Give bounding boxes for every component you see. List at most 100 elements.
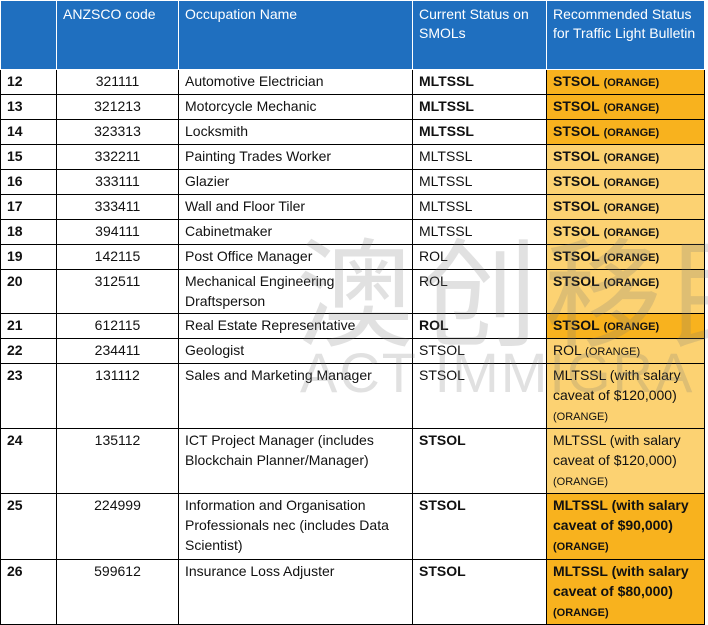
recommended-status-text: MLTSSL (with salary caveat of $80,000) (553, 563, 689, 599)
recommended-status-cell: MLTSSL (with salary caveat of $120,000) (… (546, 428, 705, 494)
occupation-name-cell: Insurance Loss Adjuster (178, 559, 413, 625)
row-number-cell: 15 (0, 144, 57, 170)
current-status-cell: MLTSSL (412, 169, 547, 195)
recommended-status-cell: STSOL (ORANGE) (546, 313, 705, 339)
occupation-name-cell: Geologist (178, 338, 413, 364)
table-row: 12 321111 Automotive Electrician MLTSSL STSO… (0, 69, 705, 95)
table-row: 24 135112 ICT Project Manager (includes Bl… (0, 428, 705, 494)
recommended-status-text: ROL (553, 342, 582, 358)
occupation-name-cell: Real Estate Representative (178, 313, 413, 339)
current-status-cell: MLTSSL (412, 219, 547, 245)
anzsco-code-cell: 135112 (56, 428, 179, 494)
anzsco-code-cell: 333411 (56, 194, 179, 220)
occupation-name-cell: Wall and Floor Tiler (178, 194, 413, 220)
colour-tag-text: (ORANGE) (603, 277, 660, 289)
colour-tag-text: (ORANGE) (603, 152, 660, 164)
table-row: 20 312511 Mechanical Engineering Draftsper… (0, 269, 705, 314)
row-number-cell: 24 (0, 428, 57, 494)
recommended-status-text: STSOL (553, 73, 600, 89)
recommended-status-cell: MLTSSL (with salary caveat of $120,000) (… (546, 363, 705, 429)
recommended-status-text: STSOL (553, 173, 600, 189)
colour-tag-text: (ORANGE) (553, 476, 608, 488)
occupation-name-cell: Motorcycle Mechanic (178, 94, 413, 120)
current-status-cell: MLTSSL (412, 194, 547, 220)
anzsco-code-cell: 142115 (56, 244, 179, 270)
colour-tag-text: (ORANGE) (603, 252, 660, 264)
colour-tag-text: (ORANGE) (603, 321, 660, 333)
recommended-status-text: STSOL (553, 273, 600, 289)
recommended-status-text: STSOL (553, 198, 600, 214)
recommended-status-cell: STSOL (ORANGE) (546, 169, 705, 195)
current-status-cell: STSOL (412, 338, 547, 364)
recommended-status-cell: STSOL (ORANGE) (546, 194, 705, 220)
table-row: 23 131112 Sales and Marketing Manager STSOL… (0, 363, 705, 429)
occupation-name-cell: Locksmith (178, 119, 413, 145)
colour-tag-text: (ORANGE) (603, 77, 660, 89)
row-number-cell: 13 (0, 94, 57, 120)
row-number-cell: 12 (0, 69, 57, 95)
recommended-status-text: STSOL (553, 248, 600, 264)
recommended-status-cell: STSOL (ORANGE) (546, 69, 705, 95)
current-status-cell: MLTSSL (412, 119, 547, 145)
current-status-cell: STSOL (412, 428, 547, 494)
recommended-status-text: STSOL (553, 317, 600, 333)
header-current-status: Current Status on SMOLs (412, 0, 547, 70)
anzsco-code-cell: 323313 (56, 119, 179, 145)
colour-tag-text: (ORANGE) (553, 541, 609, 553)
recommended-status-text: STSOL (553, 223, 600, 239)
row-number-cell: 21 (0, 313, 57, 339)
anzsco-code-cell: 321111 (56, 69, 179, 95)
header-row-number (0, 0, 57, 70)
header-occupation-name: Occupation Name (178, 0, 413, 70)
table-row: 19 142115 Post Office Manager ROL STSOL (ORA… (0, 244, 705, 270)
colour-tag-text: (ORANGE) (603, 102, 660, 114)
current-status-cell: ROL (412, 269, 547, 314)
table-row: 13 321213 Motorcycle Mechanic MLTSSL STSOL (… (0, 94, 705, 120)
occupation-name-cell: ICT Project Manager (includes Blockchain… (178, 428, 413, 494)
row-number-cell: 19 (0, 244, 57, 270)
colour-tag-text: (ORANGE) (603, 127, 660, 139)
anzsco-code-cell: 224999 (56, 493, 179, 560)
row-number-cell: 25 (0, 493, 57, 560)
current-status-cell: STSOL (412, 559, 547, 625)
table-header: ANZSCO code Occupation Name Current Stat… (0, 0, 705, 70)
table-row: 14 323313 Locksmith MLTSSL STSOL (ORANGE) (0, 119, 705, 145)
row-number-cell: 18 (0, 219, 57, 245)
header-anzsco-code: ANZSCO code (56, 0, 179, 70)
anzsco-code-cell: 321213 (56, 94, 179, 120)
anzsco-code-cell: 599612 (56, 559, 179, 625)
table-row: 26 599612 Insurance Loss Adjuster STSOL MLTS… (0, 559, 705, 625)
occupation-name-cell: Information and Organisation Professiona… (178, 493, 413, 560)
row-number-cell: 22 (0, 338, 57, 364)
recommended-status-text: STSOL (553, 123, 600, 139)
recommended-status-cell: STSOL (ORANGE) (546, 269, 705, 314)
anzsco-code-cell: 332211 (56, 144, 179, 170)
table-row: 21 612115 Real Estate Representative ROL STS… (0, 313, 705, 339)
recommended-status-cell: MLTSSL (with salary caveat of $80,000) (O… (546, 559, 705, 625)
recommended-status-cell: STSOL (ORANGE) (546, 244, 705, 270)
current-status-cell: STSOL (412, 363, 547, 429)
row-number-cell: 20 (0, 269, 57, 314)
current-status-cell: ROL (412, 244, 547, 270)
occupation-name-cell: Mechanical Engineering Draftsperson (178, 269, 413, 314)
occupation-name-cell: Painting Trades Worker (178, 144, 413, 170)
header-recommended-status: Recommended Status for Traffic Light Bul… (546, 0, 705, 70)
anzsco-code-cell: 234411 (56, 338, 179, 364)
table-row: 17 333411 Wall and Floor Tiler MLTSSL STSOL … (0, 194, 705, 220)
current-status-cell: STSOL (412, 493, 547, 560)
occupation-name-cell: Automotive Electrician (178, 69, 413, 95)
anzsco-code-cell: 333111 (56, 169, 179, 195)
recommended-status-text: MLTSSL (with salary caveat of $90,000) (553, 497, 689, 533)
current-status-cell: MLTSSL (412, 144, 547, 170)
recommended-status-cell: STSOL (ORANGE) (546, 219, 705, 245)
table-row: 25 224999 Information and Organisation Pro… (0, 493, 705, 560)
table-row: 22 234411 Geologist STSOL ROL (ORANGE) (0, 338, 705, 364)
recommended-status-text: MLTSSL (with salary caveat of $120,000) (553, 432, 681, 468)
anzsco-code-cell: 131112 (56, 363, 179, 429)
table-row: 18 394111 Cabinetmaker MLTSSL STSOL (ORANGE) (0, 219, 705, 245)
current-status-cell: MLTSSL (412, 94, 547, 120)
recommended-status-cell: STSOL (ORANGE) (546, 119, 705, 145)
current-status-cell: MLTSSL (412, 69, 547, 95)
colour-tag-text: (ORANGE) (603, 202, 660, 214)
occupation-table: ANZSCO code Occupation Name Current Stat… (0, 0, 705, 625)
